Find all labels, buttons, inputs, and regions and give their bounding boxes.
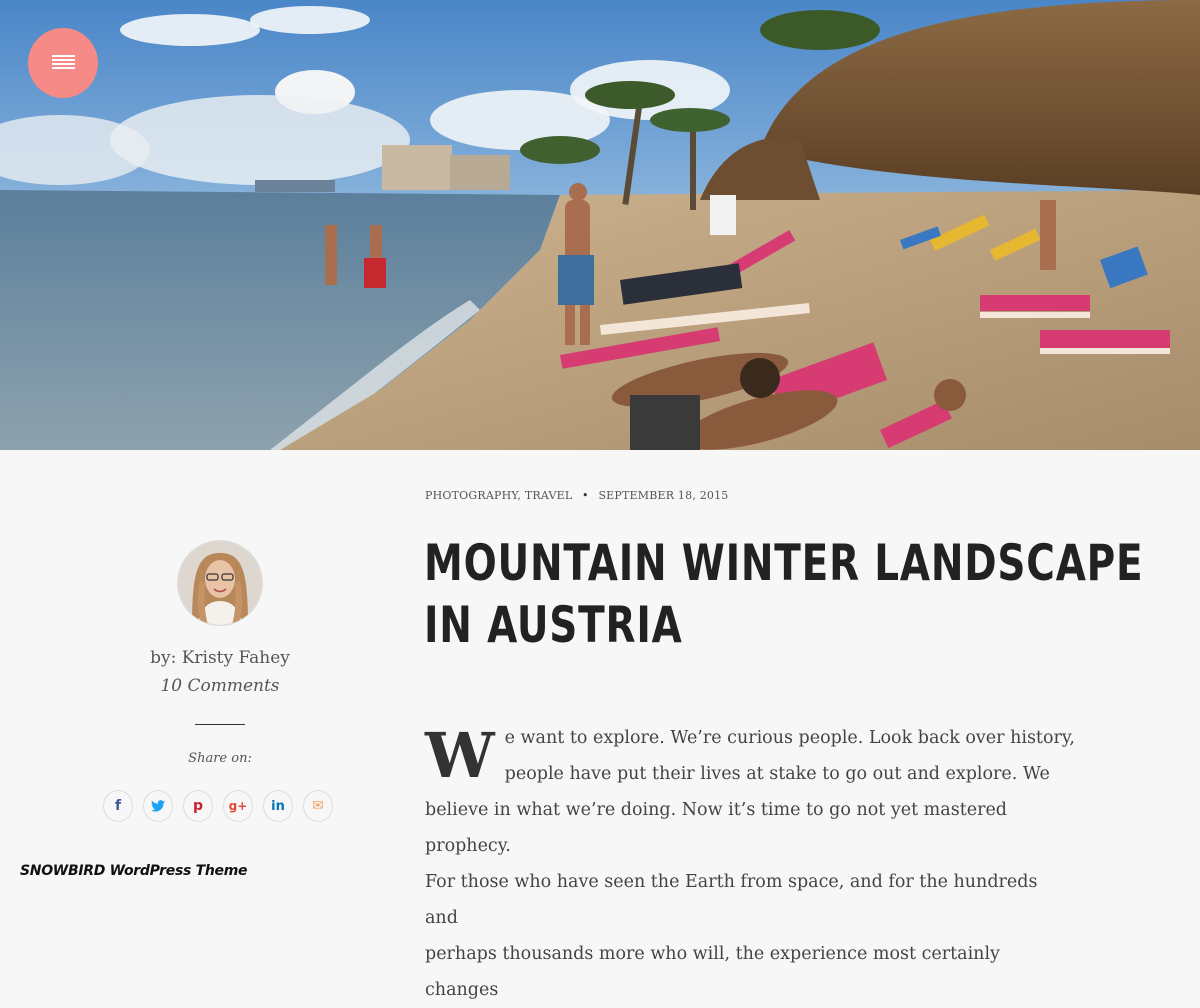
post-title-line-1: MOUNTAIN WINTER LANDSCAPE xyxy=(424,534,1144,592)
email-icon: ✉ xyxy=(312,798,324,814)
twitter-share-button[interactable] xyxy=(143,790,173,822)
category-link-photography[interactable]: Photography xyxy=(425,489,517,502)
linkedin-icon: in xyxy=(271,798,285,814)
post-body-line-3: believe in what we’re doing. Now it’s ti… xyxy=(425,800,1008,856)
menu-button[interactable] xyxy=(28,28,98,98)
post-title: MOUNTAIN WINTER LANDSCAPE IN AUSTRIA xyxy=(424,532,1143,656)
category-separator: , xyxy=(517,489,522,502)
email-share-button[interactable]: ✉ xyxy=(303,790,333,822)
googleplus-share-button[interactable]: g+ xyxy=(223,790,253,822)
category-link-travel[interactable]: Travel xyxy=(525,489,573,502)
hamburger-menu-icon xyxy=(52,55,75,71)
beach-photo xyxy=(0,0,1200,450)
post-body-line-2: people have put their lives at stake to … xyxy=(504,764,1050,784)
share-buttons: f p g+ in ✉ xyxy=(103,790,343,822)
comments-link[interactable]: 10 Comments xyxy=(120,676,320,696)
avatar[interactable] xyxy=(177,540,263,626)
dropcap-letter: W xyxy=(425,719,495,792)
theme-credit[interactable]: SNOWBIRD WordPress Theme xyxy=(20,863,247,879)
googleplus-icon: g+ xyxy=(228,799,248,813)
author-divider xyxy=(195,724,245,725)
facebook-share-button[interactable]: f xyxy=(103,790,133,822)
author-name[interactable]: by: Kristy Fahey xyxy=(120,648,320,668)
author-box: by: Kristy Fahey 10 Comments Share on: xyxy=(120,540,320,766)
author-photo-icon xyxy=(178,541,262,625)
post-body-line-5: perhaps thousands more who will, the exp… xyxy=(425,944,1000,1000)
linkedin-share-button[interactable]: in xyxy=(263,790,293,822)
post-body-line-1: e want to explore. We’re curious people.… xyxy=(504,728,1075,748)
post-body-line-4: For those who have seen the Earth from s… xyxy=(425,872,1038,928)
post-meta: Photography, Travel • September 18, 2015 xyxy=(425,489,729,502)
meta-dot: • xyxy=(582,489,589,502)
post-title-line-2: IN AUSTRIA xyxy=(424,596,683,654)
post-content: W e want to explore. We’re curious peopl… xyxy=(425,720,1075,1008)
twitter-icon xyxy=(151,800,165,812)
pinterest-share-button[interactable]: p xyxy=(183,790,213,822)
post-date[interactable]: September 18, 2015 xyxy=(598,489,728,502)
pinterest-icon: p xyxy=(192,798,204,814)
share-label: Share on: xyxy=(188,751,252,766)
hero-image xyxy=(0,0,1200,450)
facebook-icon: f xyxy=(114,798,122,814)
